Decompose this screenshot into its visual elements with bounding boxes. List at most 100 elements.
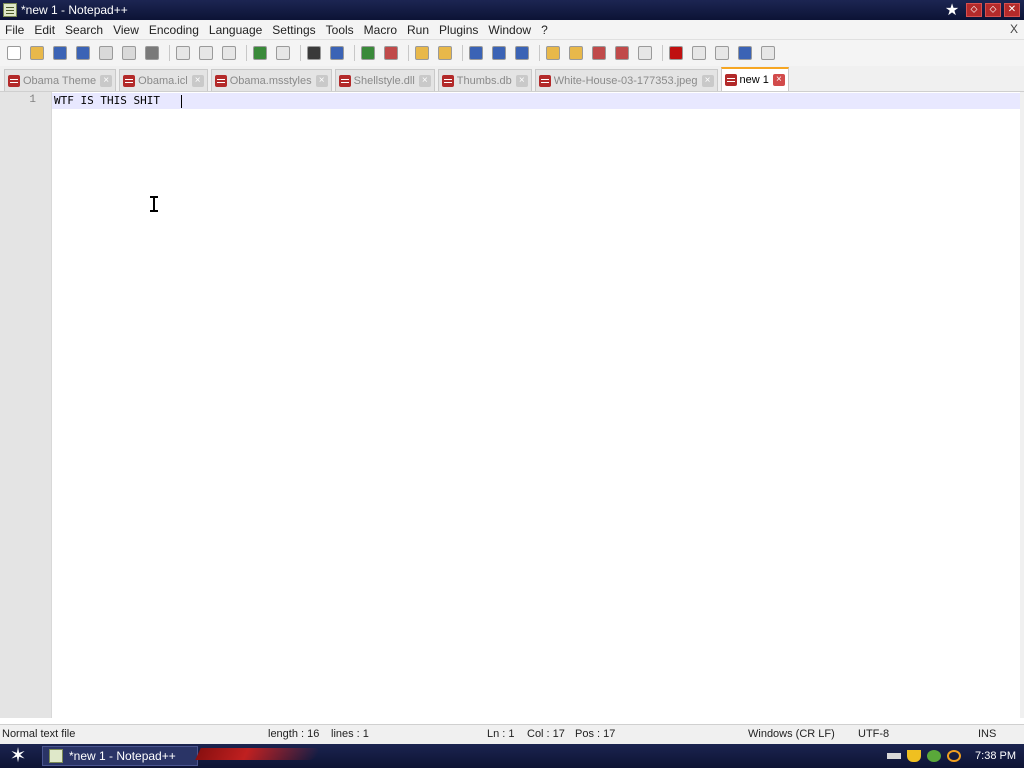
toolbar [0, 40, 1024, 66]
document-map-button[interactable] [566, 43, 586, 63]
network-icon[interactable] [927, 750, 942, 762]
new-file-button[interactable] [4, 43, 24, 63]
new-file-icon [7, 46, 21, 60]
play-macro-button[interactable] [712, 43, 732, 63]
keyboard-icon[interactable] [887, 753, 902, 759]
comment-icon [638, 46, 652, 60]
zoom-out-button[interactable] [381, 43, 401, 63]
status-eol-format[interactable]: Windows (CR LF) [748, 728, 835, 740]
zoom-in-button[interactable] [358, 43, 378, 63]
open-file-icon [30, 46, 44, 60]
sync-horizontal-icon [438, 46, 452, 60]
show-all-characters-button[interactable] [489, 43, 509, 63]
copy-button[interactable] [196, 43, 216, 63]
title-bar[interactable]: *new 1 - Notepad++ ★ ⬦ ⬦ ✕ [0, 0, 1024, 20]
menu-run[interactable]: Run [402, 23, 434, 37]
menu-plugins[interactable]: Plugins [434, 23, 483, 37]
toolbar-separator [165, 43, 173, 63]
document-tab[interactable]: Obama.icl × [119, 69, 208, 91]
close-tab-icon[interactable]: × [191, 74, 204, 87]
minimize-button[interactable]: ⬦ [966, 3, 982, 17]
close-tab-icon[interactable]: × [315, 74, 328, 87]
save-button[interactable] [50, 43, 70, 63]
line-number: 1 [29, 94, 36, 106]
menu-settings[interactable]: Settings [267, 23, 320, 37]
menu-window[interactable]: Window [483, 23, 536, 37]
folder-view-button[interactable] [543, 43, 563, 63]
menu-view[interactable]: View [108, 23, 144, 37]
zoom-in-icon [361, 46, 375, 60]
print-button[interactable] [142, 43, 162, 63]
security-shield-icon[interactable] [907, 750, 922, 762]
cut-button[interactable] [173, 43, 193, 63]
editor-area[interactable]: 1 WTF IS THIS SHIT [0, 92, 1024, 718]
menu-edit[interactable]: Edit [29, 23, 60, 37]
close-tab-icon[interactable]: × [100, 74, 113, 87]
close-all-button[interactable] [119, 43, 139, 63]
save-all-button[interactable] [73, 43, 93, 63]
redo-button[interactable] [273, 43, 293, 63]
vertical-scrollbar[interactable] [1020, 92, 1024, 718]
save-macro-button[interactable] [758, 43, 778, 63]
function-list-button[interactable] [589, 43, 609, 63]
menu-encoding[interactable]: Encoding [144, 23, 204, 37]
document-tab[interactable]: Obama.msstyles × [210, 69, 332, 91]
menu-macro[interactable]: Macro [359, 23, 402, 37]
comment-button[interactable] [635, 43, 655, 63]
tab-label: new 1 [739, 74, 769, 86]
menu-tools[interactable]: Tools [321, 23, 359, 37]
document-tab[interactable]: Shellstyle.dll × [334, 69, 435, 91]
record-macro-button[interactable] [666, 43, 686, 63]
word-wrap-button[interactable] [466, 43, 486, 63]
toolbar-separator [658, 43, 666, 63]
toolbar-separator [242, 43, 250, 63]
close-window-button[interactable]: ✕ [1004, 3, 1020, 17]
paste-button[interactable] [219, 43, 239, 63]
document-tab[interactable]: Thumbs.db × [437, 69, 532, 91]
sync-vertical-button[interactable] [412, 43, 432, 63]
toolbar-separator [458, 43, 466, 63]
file-icon [338, 74, 351, 87]
play-macro-icon [715, 46, 729, 60]
menu-language[interactable]: Language [204, 23, 267, 37]
document-tab[interactable]: new 1 × [720, 67, 789, 91]
status-bar: Normal text file length : 16 lines : 1 L… [0, 724, 1024, 744]
close-tab-icon[interactable]: × [515, 74, 528, 87]
stop-macro-icon [692, 46, 706, 60]
menu-file[interactable]: File [0, 23, 29, 37]
file-icon [538, 74, 551, 87]
find-button[interactable] [304, 43, 324, 63]
run-macro-multiple-button[interactable] [735, 43, 755, 63]
indent-guide-button[interactable] [512, 43, 532, 63]
indent-guide-icon [515, 46, 529, 60]
open-file-button[interactable] [27, 43, 47, 63]
undo-button[interactable] [250, 43, 270, 63]
replace-button[interactable] [327, 43, 347, 63]
taskbar-notepad-button[interactable]: *new 1 - Notepad++ [42, 746, 198, 766]
tab-label: Shellstyle.dll [353, 74, 415, 87]
sync-horizontal-button[interactable] [435, 43, 455, 63]
search-icon[interactable] [947, 750, 962, 762]
close-tab-icon[interactable]: × [418, 74, 431, 87]
document-tab-bar: Obama Theme × Obama.icl × Obama.msstyles × She… [0, 66, 1024, 92]
stop-macro-button[interactable] [689, 43, 709, 63]
menu-search[interactable]: Search [60, 23, 108, 37]
clock[interactable]: 7:38 PM [975, 750, 1016, 762]
notepad-app-icon[interactable] [3, 3, 17, 17]
close-tab-icon[interactable]: × [772, 74, 785, 86]
star-icon[interactable]: ★ [941, 0, 963, 20]
close-document-button[interactable]: X [1010, 22, 1018, 36]
monitoring-button[interactable] [612, 43, 632, 63]
close-tab-icon[interactable]: × [701, 74, 714, 87]
document-tab[interactable]: Obama Theme × [4, 69, 117, 91]
document-tab[interactable]: White-House-03-177353.jpeg × [534, 69, 718, 91]
status-insert-mode[interactable]: INS [978, 728, 996, 740]
close-button[interactable] [96, 43, 116, 63]
ibeam-cursor-icon [150, 196, 158, 212]
status-encoding[interactable]: UTF-8 [858, 728, 889, 740]
start-button[interactable]: ✶ [6, 745, 30, 767]
maximize-button[interactable]: ⬦ [985, 3, 1001, 17]
menu-help[interactable]: ? [536, 23, 553, 37]
editor-text-line[interactable]: WTF IS THIS SHIT [54, 94, 160, 107]
taskbar: ✶ *new 1 - Notepad++ 7:38 PM [0, 744, 1024, 768]
